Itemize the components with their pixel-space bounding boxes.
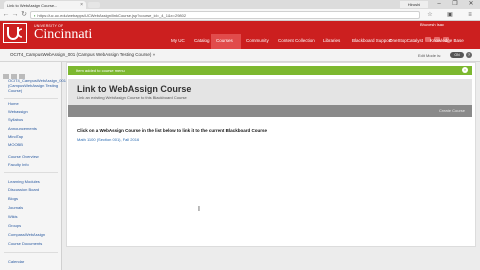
tab-knowledge-base[interactable]: Knowledge Base [430, 38, 464, 43]
browser-tab[interactable]: Link to WebAssign Course... × [4, 1, 86, 9]
new-tab-button[interactable] [88, 2, 100, 8]
webassign-course-link[interactable]: Math 1100 (Section 001), Fall 2016 [77, 137, 139, 142]
action-bar [68, 105, 472, 117]
browser-menu-icon[interactable]: ≡ [466, 11, 474, 19]
address-bar[interactable]: ▪ https://uc.uc.edu/webapps/UCWebAssign/l… [30, 11, 420, 19]
sidebar-item-learning-modules[interactable]: Learning Modules [8, 179, 40, 184]
extension-icon[interactable]: ▣ [446, 11, 454, 19]
sidebar-item-groups[interactable]: Groups [8, 223, 21, 228]
success-notice [68, 66, 472, 75]
maximize-window-icon[interactable]: ❐ [448, 0, 462, 8]
success-notice-text: Item added to course menu [76, 68, 125, 73]
menu-divider [4, 172, 58, 173]
browser-tab-title: Link to WebAssign Course... [7, 3, 58, 8]
user-name: Bhuvesh Isac [420, 22, 445, 27]
sidebar-item-announcements[interactable]: Announcements [8, 126, 37, 131]
help-icon[interactable]: ? [466, 52, 472, 58]
reload-icon[interactable]: ↻ [20, 11, 28, 19]
sidebar-item-moobb[interactable]: MOOBB [8, 142, 23, 147]
edit-mode-toggle[interactable]: ON [450, 52, 464, 58]
uc-logo-icon [7, 27, 23, 40]
top-navigation: My UC Catalog Courses Community Content … [165, 34, 480, 49]
uc-logo[interactable] [3, 23, 27, 43]
user-menu[interactable]: Bhuvesh Isac [420, 22, 478, 27]
sidebar-item-mindtap[interactable]: MindTap [8, 134, 23, 139]
sidebar-item-blogs[interactable]: Blogs [8, 196, 18, 201]
sidebar-item-syllabus[interactable]: Syllabus [8, 117, 23, 122]
tab-catalog[interactable]: Catalog [194, 38, 210, 43]
sidebar-item-faculty-info[interactable]: Faculty Info [8, 162, 29, 167]
course-title[interactable]: OCIT4_CampusWebAssign_001 (CampusWebAssi… [8, 78, 66, 93]
sidebar-item-course-overview[interactable]: Course Overview [8, 154, 39, 159]
sidebar-item-course-documents[interactable]: Course Documents [8, 241, 42, 246]
back-icon[interactable]: ← [2, 11, 10, 19]
create-course-button[interactable]: Create Course [436, 107, 468, 115]
url-text: https://uc.uc.edu/webapps/UCWebAssign/li… [37, 13, 187, 18]
sidebar-item-home[interactable]: Home [8, 101, 19, 106]
lock-icon: ▪ [34, 13, 36, 18]
mouse-cursor-icon: I [198, 206, 200, 213]
bookmark-star-icon[interactable]: ☆ [426, 11, 434, 19]
close-notice-icon[interactable]: × [462, 67, 468, 73]
sidebar-item-wikis[interactable]: Wikis [8, 214, 18, 219]
tab-close-icon[interactable]: × [80, 2, 83, 8]
tab-onestopcatalyst[interactable]: OneStopCatalyst [389, 38, 423, 43]
sidebar-item-webassign[interactable]: Webassign [8, 109, 28, 114]
university-wordmark[interactable]: UNIVERSITY OF Cincinnati [34, 24, 92, 42]
close-window-icon[interactable]: ✕ [464, 0, 478, 8]
tab-community[interactable]: Community [246, 38, 269, 43]
university-name: Cincinnati [34, 27, 93, 42]
minimize-window-icon[interactable]: – [432, 0, 446, 8]
sidebar-item-compasswebassign[interactable]: CompassWebAssign [8, 232, 45, 237]
instruction-text: Click on a WebAssign Course in the list … [77, 128, 267, 133]
sidebar-item-journals[interactable]: Journals [8, 205, 23, 210]
forward-icon[interactable]: → [11, 11, 19, 19]
tab-courses[interactable]: Courses [216, 38, 233, 43]
tab-my-uc[interactable]: My UC [171, 38, 185, 43]
breadcrumb[interactable]: OCIT4_CampusWebAssign_001 (Campus WebAss… [10, 52, 155, 57]
page-subtitle: Link an existing WebAssign Course to thi… [77, 95, 187, 100]
tab-content-collection[interactable]: Content Collection [278, 38, 315, 43]
sidebar-item-calendar[interactable]: Calendar [8, 259, 24, 264]
menu-divider [4, 98, 58, 99]
edit-mode-text: Edit Mode is: [418, 53, 442, 58]
tab-blackboard-support[interactable]: Blackboard Support [352, 38, 392, 43]
sidebar-item-discussion-board[interactable]: Discussion Board [8, 187, 39, 192]
menu-divider [4, 252, 58, 253]
browser-profile[interactable]: Hiroshi [400, 1, 428, 8]
tab-libraries[interactable]: Libraries [323, 38, 340, 43]
page-title: Link to WebAssign Course [77, 84, 192, 94]
